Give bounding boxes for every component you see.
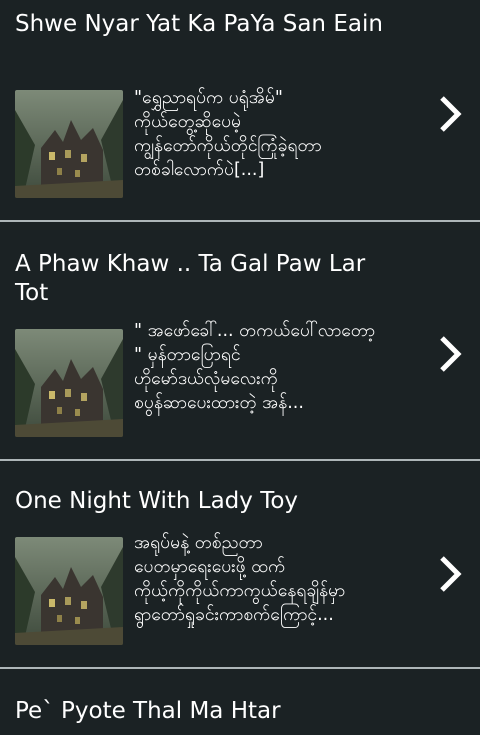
story-title: A Phaw Khaw .. Ta Gal Paw Lar Tot	[15, 251, 366, 306]
story-title: Pe` Pyote Thal Ma Htar	[15, 698, 281, 724]
story-snippet: အရုပ်မနဲ့ တစ်ညတာ ပေတမှာရေးပေးဖို့ ထက် ကိ…	[134, 533, 346, 625]
chevron-right-icon[interactable]	[436, 554, 464, 594]
story-list: Shwe Nyar Yat Ka PaYa San Eain "ရွှေညာရပ…	[0, 0, 480, 735]
story-snippet: "ရွှေညာရပ်က ပရုံအိမ်" ကိုယ်တွေ့ဆိုပေမဲ့ …	[134, 88, 322, 180]
haunted-house-thumbnail	[15, 537, 123, 645]
haunted-house-thumbnail	[15, 90, 123, 198]
list-item[interactable]: A Phaw Khaw .. Ta Gal Paw Lar Tot " အဖော…	[0, 222, 480, 460]
chevron-right-icon[interactable]	[436, 334, 464, 374]
haunted-house-thumbnail	[15, 329, 123, 437]
list-item[interactable]: Pe` Pyote Thal Ma Htar	[0, 669, 480, 735]
story-title: One Night With Lady Toy	[15, 488, 299, 514]
chevron-right-icon[interactable]	[436, 94, 464, 134]
list-item[interactable]: One Night With Lady Toy အရုပ်မနဲ့ တစ်ညတာ…	[0, 461, 480, 668]
story-snippet: " အဖော်ခေါ်... တကယ်ပေါ်လာတော့ " မှန်တာပြ…	[134, 321, 376, 413]
list-item[interactable]: Shwe Nyar Yat Ka PaYa San Eain "ရွှေညာရပ…	[0, 0, 480, 222]
story-title: Shwe Nyar Yat Ka PaYa San Eain	[15, 11, 383, 37]
